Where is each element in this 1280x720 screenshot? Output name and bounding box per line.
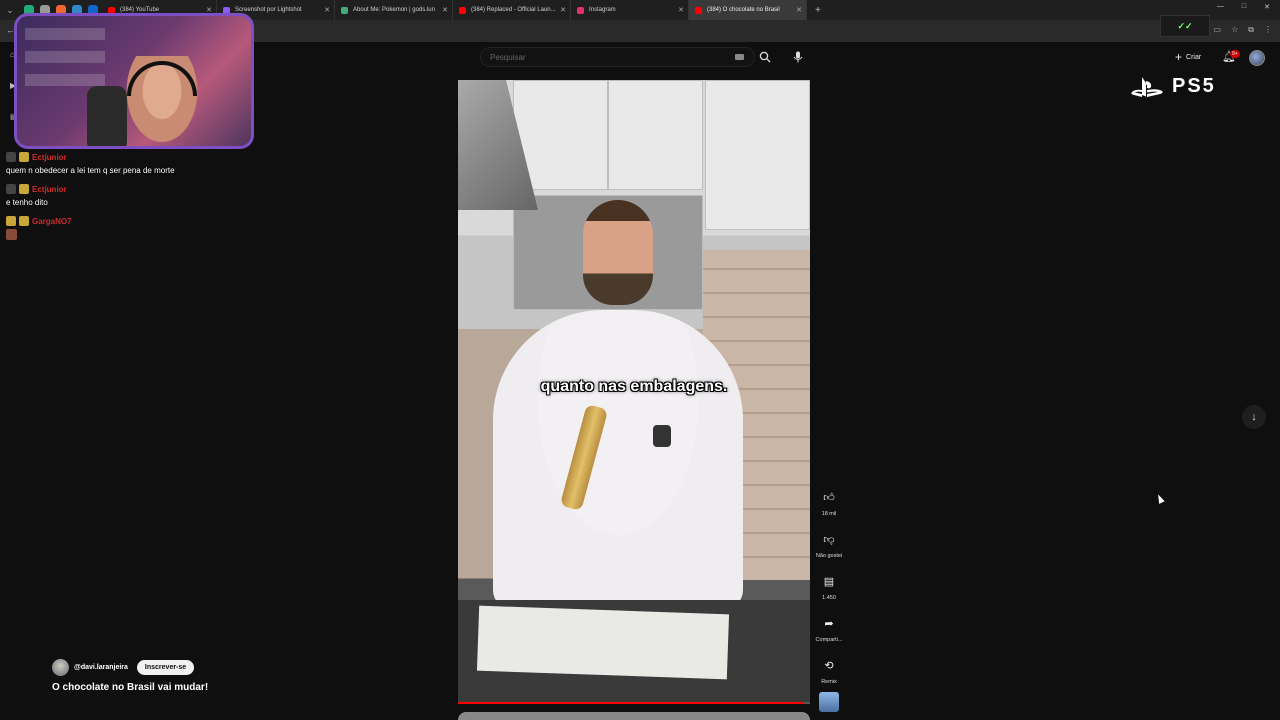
close-icon[interactable]: ✕ [324, 6, 330, 14]
arrow-down-icon[interactable]: ↓ [1242, 405, 1266, 429]
remix-label: Remix [821, 679, 837, 685]
subscriber-badge-icon [6, 184, 16, 194]
ps5-text: PS5 [1172, 75, 1216, 97]
video-paper [476, 605, 730, 680]
search-placeholder: Pesquisar [490, 53, 526, 62]
create-button[interactable]: + Criar [1175, 50, 1201, 64]
like-action: 👍︎ 18 mil [818, 486, 840, 517]
tab-label: About Me: Pokemon | gods.lun [353, 7, 435, 13]
channel-avatar[interactable] [52, 659, 69, 676]
tab-label: (384) Replaced - Official Laun... [471, 7, 556, 13]
video-caption: quanto nas embalagens. [540, 378, 728, 395]
browser-tab-active[interactable]: (384) O chocolate no Brasil ✕ [689, 0, 807, 20]
notification-badge: 9+ [1230, 50, 1240, 58]
webcam-shelf [25, 51, 105, 63]
tab-label: (384) O chocolate no Brasil [707, 7, 780, 13]
watch-icon [653, 425, 671, 447]
next-short-preview[interactable] [458, 712, 810, 720]
maximize-icon[interactable]: □ [1242, 3, 1246, 11]
youtube-icon [459, 6, 466, 14]
tab-label: Screenshot por Lightshot [235, 7, 302, 13]
video-progress-fill [458, 702, 803, 704]
channel-info: @davi.laranjeira Inscrever-se [52, 659, 195, 676]
channel-handle[interactable]: @davi.laranjeira [74, 664, 128, 671]
stream-overlay-logo: ✓✓ [1160, 15, 1210, 37]
streamer-webcam [14, 13, 254, 149]
chat-text: quem n obedecer a lei tem q ser pena de … [6, 166, 175, 175]
tab-label: Instagram [589, 7, 616, 13]
share-action: ➦ Comparti... [815, 612, 843, 643]
dislike-action: 👎︎ Não gostei [816, 528, 842, 559]
bookmark-star-icon[interactable]: ☆ [1231, 25, 1238, 35]
close-window-icon[interactable]: ✕ [1264, 3, 1270, 11]
window-controls: — □ ✕ [1217, 3, 1270, 11]
mic-icon[interactable] [790, 49, 806, 65]
like-count: 18 mil [821, 511, 837, 517]
chat-emote-icon [6, 229, 17, 240]
playstation-icon [1131, 76, 1163, 97]
new-tab-button[interactable]: + [807, 5, 821, 16]
thumb-down-icon[interactable]: 👎︎ [817, 528, 840, 550]
browser-toolbar-icons: ▭ ☆ ⧉ ⋮ [1214, 25, 1272, 35]
gift-badge-icon [19, 216, 29, 226]
chat-message: Ectjunior quem n obedecer a lei tem q se… [6, 152, 236, 175]
remix-action: ⟲ Remix [818, 654, 840, 685]
browser-tab[interactable]: (384) Replaced - Official Laun... ✕ [453, 0, 571, 20]
remix-icon[interactable]: ⟲ [818, 654, 840, 676]
chat-username: Ectjunior [32, 152, 67, 162]
cast-icon[interactable]: ▭ [1214, 25, 1222, 35]
video-cabinet [608, 80, 703, 190]
share-icon[interactable]: ➦ [818, 612, 840, 634]
create-label: Criar [1186, 53, 1202, 61]
close-icon[interactable]: ✕ [678, 6, 684, 14]
webcam-shelf [25, 28, 105, 40]
chat-message: Ectjunior e tenho dito [6, 184, 236, 207]
comment-count: 1.450 [822, 595, 836, 601]
webcam-shelf [25, 74, 105, 86]
browser-tab[interactable]: About Me: Pokemon | gods.lun ✕ [335, 0, 453, 20]
video-cabinet [705, 80, 810, 230]
close-icon[interactable]: ✕ [796, 6, 802, 14]
video-chef-head [583, 200, 653, 305]
comment-icon[interactable]: ▤ [818, 570, 840, 592]
browser-tab[interactable]: Instagram ✕ [571, 0, 689, 20]
instagram-icon [577, 6, 584, 14]
bits-badge-icon [19, 184, 29, 194]
youtube-icon [695, 6, 702, 14]
chat-username: Ectjunior [32, 184, 67, 194]
search-icon[interactable] [757, 49, 773, 65]
audio-source-thumbnail[interactable] [819, 692, 839, 712]
short-actions: 👍︎ 18 mil 👎︎ Não gostei ▤ 1.450 ➦ Compar… [812, 486, 846, 712]
search-input[interactable]: Pesquisar [480, 47, 755, 67]
subscriber-badge-icon [6, 152, 16, 162]
dislike-label: Não gostei [815, 553, 843, 559]
minimize-icon[interactable]: — [1217, 3, 1224, 11]
stream-chat: Ectjunior quem n obedecer a lei tem q se… [6, 152, 236, 249]
ps5-logo: PS5 [1130, 75, 1216, 98]
subscribe-button[interactable]: Inscrever-se [136, 660, 195, 675]
video-title[interactable]: O chocolate no Brasil vai mudar! [52, 682, 208, 693]
close-icon[interactable]: ✕ [442, 6, 448, 14]
chat-username: GargaNO7 [32, 216, 72, 226]
account-avatar[interactable] [1249, 50, 1265, 66]
close-icon[interactable]: ✕ [560, 6, 566, 14]
menu-icon[interactable]: ⋮ [1264, 25, 1272, 35]
video-progress-bar[interactable] [458, 702, 810, 704]
page-icon [341, 6, 348, 14]
chat-text: e tenho dito [6, 198, 48, 207]
video-chef [493, 310, 743, 610]
share-label: Comparti... [815, 637, 843, 643]
bits-badge-icon [19, 152, 29, 162]
chat-message: GargaNO7 [6, 216, 236, 240]
plus-icon: + [1175, 50, 1183, 64]
short-video-player[interactable]: quanto nas embalagens. [458, 80, 810, 703]
keyboard-icon[interactable] [735, 54, 744, 60]
extensions-icon[interactable]: ⧉ [1248, 25, 1254, 35]
comment-action: ▤ 1.450 [818, 570, 840, 601]
thumb-up-icon[interactable]: 👍︎ [818, 486, 840, 508]
bits-badge-icon [6, 216, 16, 226]
